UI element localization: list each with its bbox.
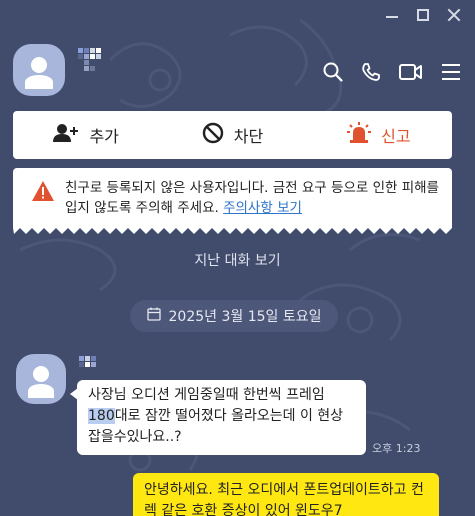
- maximize-button[interactable]: [417, 9, 429, 21]
- close-button[interactable]: [447, 8, 461, 22]
- outgoing-message-bubble[interactable]: 안녕하세요. 최근 오디에서 폰트업데이트하고 컨렉 같은 호환 증상이 있어 …: [133, 473, 439, 516]
- menu-icon[interactable]: [441, 63, 461, 81]
- message-text-selection: 180: [88, 408, 115, 424]
- calendar-icon: [146, 307, 161, 325]
- report-label: 신고: [381, 127, 411, 146]
- contact-avatar[interactable]: [13, 44, 65, 96]
- message-timestamp: 오후 1:23: [372, 442, 421, 455]
- phone-icon[interactable]: [361, 62, 381, 82]
- sender-name-pixelated: [79, 356, 102, 367]
- minimize-button[interactable]: [385, 8, 399, 22]
- siren-icon: [347, 122, 372, 148]
- block-label: 차단: [233, 127, 264, 146]
- warning-card-zigzag-edge: [13, 226, 452, 234]
- avatar-head-shape: [31, 57, 47, 73]
- header-toolbar: [323, 62, 461, 82]
- incoming-message-bubble[interactable]: 사장님 오디션 게임중일때 한번씩 프레임 180대로 잠깐 떨어졌다 올라오는…: [70, 380, 366, 455]
- avatar-head-shape: [33, 366, 49, 382]
- message-text: 안녕하세요. 최근 오디에서 폰트업데이트하고 컨렉 같은 호환 증상이 있어 …: [144, 482, 424, 516]
- warning-details-link[interactable]: 주의사항 보기: [223, 200, 302, 216]
- block-icon: [202, 122, 224, 148]
- block-button[interactable]: 차단: [159, 111, 305, 159]
- date-divider-label: 2025년 3월 15일 토요일: [168, 309, 322, 325]
- message-text-continued: 대로 잠깐 떨어졌다 올라오는데 이 현상 잡을수있나요..?: [88, 408, 344, 445]
- add-label: 추가: [89, 127, 119, 146]
- search-icon[interactable]: [323, 62, 343, 82]
- friend-action-bar: 추가 차단 신고: [13, 111, 452, 159]
- add-friend-button[interactable]: 추가: [13, 111, 159, 159]
- avatar-body-shape: [28, 384, 54, 398]
- window-controls: [385, 8, 461, 22]
- avatar-body-shape: [25, 75, 53, 89]
- sender-avatar[interactable]: [16, 354, 66, 404]
- message-text: 사장님 오디션 게임중일때 한번씩 프레임: [88, 387, 325, 403]
- view-previous-chats-link[interactable]: 지난 대화 보기: [0, 250, 475, 270]
- stranger-warning-card: 친구로 등록되지 않은 사용자입니다. 금전 요구 등으로 인한 피해를 입지 …: [13, 168, 452, 226]
- video-icon[interactable]: [399, 63, 423, 81]
- report-button[interactable]: 신고: [306, 111, 452, 159]
- warning-icon: [31, 180, 55, 208]
- date-divider: 2025년 3월 15일 토요일: [130, 300, 338, 332]
- add-user-icon: [53, 123, 79, 147]
- contact-name-pixelated: [78, 48, 101, 71]
